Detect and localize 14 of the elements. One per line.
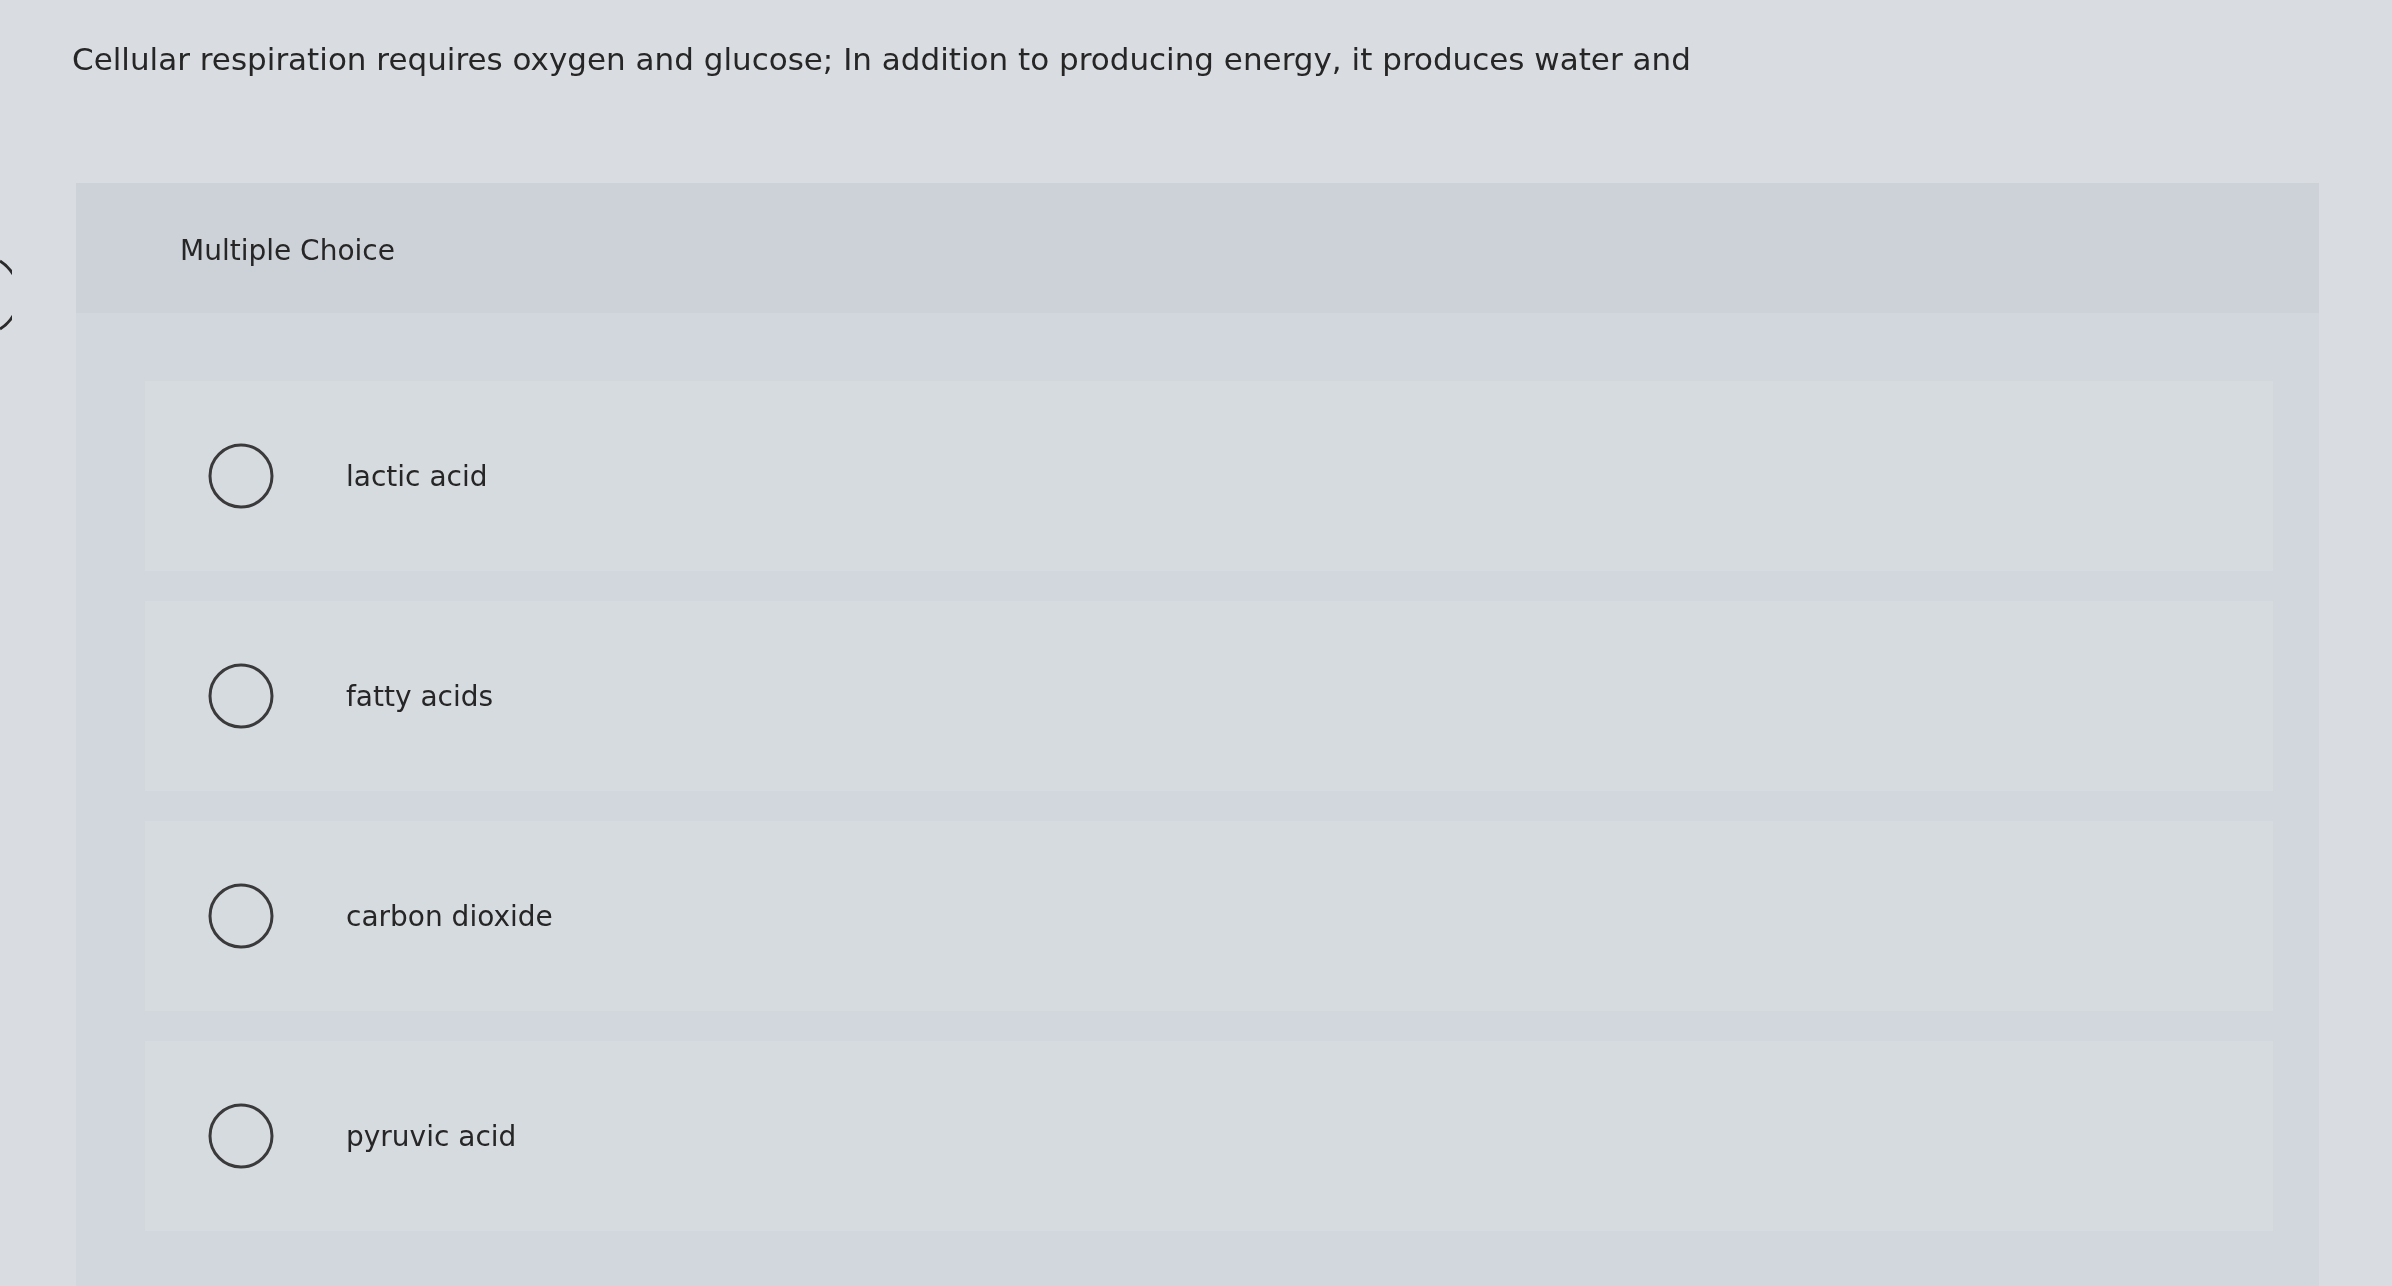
radio-button[interactable] — [208, 443, 274, 509]
answer-option[interactable]: pyruvic acid — [145, 1041, 2273, 1231]
option-text: fatty acids — [346, 679, 494, 713]
answer-option[interactable]: fatty acids — [145, 601, 2273, 791]
radio-button[interactable] — [208, 1103, 274, 1169]
answer-option[interactable]: carbon dioxide — [145, 821, 2273, 1011]
question-type-label: Multiple Choice — [180, 232, 395, 267]
option-text: carbon dioxide — [346, 899, 553, 933]
radio-button[interactable] — [208, 663, 274, 729]
question-text: Cellular respiration requires oxygen and glucose; In addition to producing energy, it produces water and — [71, 40, 1691, 79]
answer-option[interactable]: lactic acid — [145, 381, 2273, 571]
option-text: pyruvic acid — [346, 1119, 517, 1153]
radio-button[interactable] — [208, 883, 274, 949]
option-text: lactic acid — [346, 459, 488, 493]
